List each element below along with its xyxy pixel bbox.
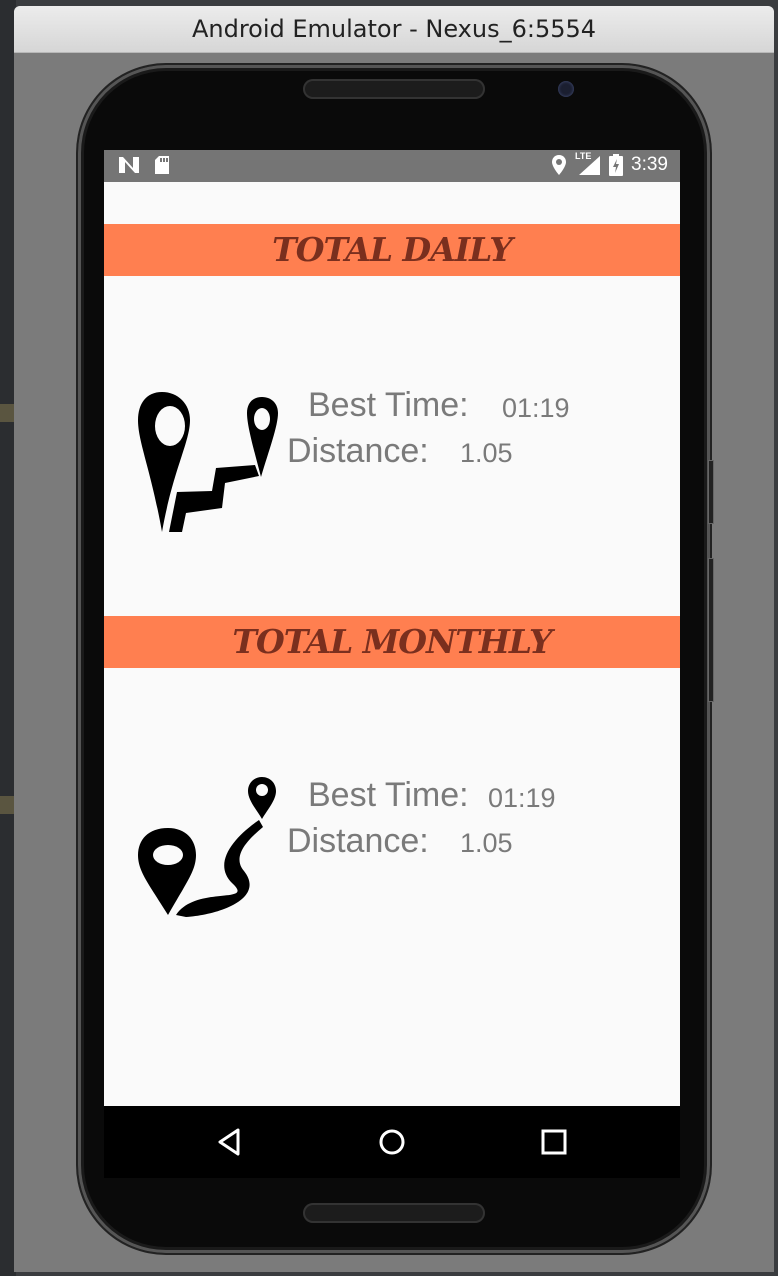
window-title: Android Emulator - Nexus_6:5554 — [14, 6, 774, 53]
location-icon — [552, 155, 567, 175]
daily-best-time-label: Best Time: — [308, 386, 469, 424]
daily-best-time-value: 01:19 — [502, 393, 570, 423]
volume-button[interactable] — [708, 558, 714, 702]
home-icon[interactable] — [374, 1124, 410, 1160]
recents-icon[interactable] — [536, 1124, 572, 1160]
sd-card-icon — [155, 156, 169, 174]
monthly-distance-value: 1.05 — [460, 828, 513, 858]
monthly-distance-label: Distance: — [287, 822, 429, 860]
phone-screen: LTE 3:39 TOTAL DAILY Best Time: 01:19 Di… — [104, 150, 680, 1178]
notification-n-icon — [119, 157, 139, 173]
monthly-title: TOTAL MONTHLY — [232, 622, 552, 661]
daily-distance-label: Distance: — [287, 432, 429, 470]
phone-frame: LTE 3:39 TOTAL DAILY Best Time: 01:19 Di… — [78, 65, 714, 1253]
daily-title: TOTAL DAILY — [272, 230, 513, 269]
route-pins-icon — [138, 392, 278, 532]
emulator-window: Android Emulator - Nexus_6:5554 LTE 3:39… — [14, 6, 774, 1272]
daily-header: TOTAL DAILY — [104, 224, 680, 276]
monthly-header: TOTAL MONTHLY — [104, 616, 680, 668]
monthly-best-time-label: Best Time: — [308, 776, 469, 814]
network-label: LTE — [575, 151, 592, 161]
back-icon[interactable] — [212, 1124, 248, 1160]
power-button[interactable] — [708, 460, 714, 524]
winding-route-icon — [138, 777, 276, 917]
lte-signal-icon: LTE — [575, 151, 601, 176]
emulator-body: LTE 3:39 TOTAL DAILY Best Time: 01:19 Di… — [14, 53, 774, 1272]
top-speaker — [303, 79, 485, 99]
bottom-speaker — [303, 1203, 485, 1223]
battery-charging-icon — [609, 154, 624, 176]
monthly-stats: Best Time: 01:19 Distance: 1.05 — [104, 762, 680, 932]
daily-stats: Best Time: 01:19 Distance: 1.05 — [104, 372, 680, 542]
status-bar: LTE 3:39 — [104, 150, 680, 182]
navigation-bar — [104, 1106, 680, 1178]
front-camera — [558, 81, 574, 97]
app-content: TOTAL DAILY Best Time: 01:19 Distance: 1… — [104, 182, 680, 1106]
status-time: 3:39 — [631, 154, 668, 175]
monthly-best-time-value: 01:19 — [488, 783, 556, 813]
daily-distance-value: 1.05 — [460, 438, 513, 468]
